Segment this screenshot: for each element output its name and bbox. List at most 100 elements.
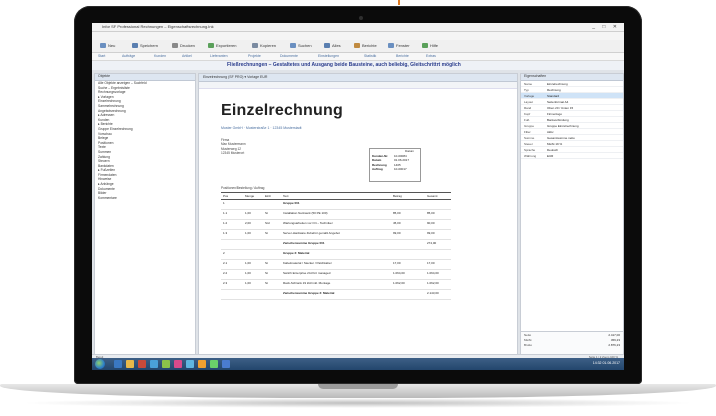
copy-icon [252, 43, 258, 49]
property-key: Layout [524, 99, 534, 104]
table-row[interactable]: 1.1 1,00 St Installation Netzwerk (50 PE 10… [221, 210, 451, 220]
property-key: Summe [524, 135, 535, 140]
property-value: Gesamtsumme netto [547, 135, 575, 140]
column-header: Einh [265, 194, 272, 198]
nav-link[interactable]: Start [98, 54, 105, 58]
new-icon [100, 43, 106, 49]
sender-line: Muster GmbH · Musterstraße 1 · 12345 Mus… [221, 126, 302, 130]
app-icon[interactable] [222, 360, 230, 368]
table-row[interactable]: 2 Gruppe 2: Material [221, 250, 451, 260]
table-row[interactable]: 1.2 2,00 Std Wartungsarbeiten vor Ort – Tec… [221, 220, 451, 230]
toolbar-print-button[interactable]: Drucken [172, 43, 195, 49]
nav-link[interactable]: Kunden [154, 54, 166, 58]
nav-link[interactable]: Berichte [396, 54, 409, 58]
toolbar-label: Speichern [140, 43, 159, 48]
toolbar-help-button[interactable]: Hilfe [422, 43, 438, 49]
table-cell-amt: 45,00 [393, 221, 401, 225]
total-key: Netto [524, 332, 532, 337]
property-value: EUR [547, 153, 554, 158]
table-row[interactable]: 1 Gruppe 001 [221, 200, 451, 210]
table-row[interactable]: 2.3 1,00 St Rack-Schrank 19 Zoll inkl. Mont… [221, 280, 451, 290]
accent-mark [398, 0, 400, 5]
app-icon[interactable] [186, 360, 194, 368]
nav-link[interactable]: Einstellungen [318, 54, 339, 58]
document-tab[interactable]: Einzelrechnung (SF PRO) ▾ Vorlage EUR [203, 75, 267, 79]
table-cell-pos: 2 [223, 251, 225, 255]
toolbar-save-button[interactable]: Speichern [132, 43, 158, 49]
toolbar-label: Berichte [362, 43, 377, 48]
info-value: 10-00017 [394, 167, 407, 171]
info-value: 1405 [394, 162, 401, 167]
properties-panel: Eigenschaften Name Einzelrechnung Typ Rechn… [520, 73, 624, 355]
table-row[interactable]: Zwischensumme Gruppe 2: Material 2.143,00 [221, 290, 451, 300]
table-cell-text: Rack-Schrank 19 Zoll inkl. Montage [283, 281, 331, 285]
table-row[interactable]: 1.3 1,00 St Server-Hardware Zubehör gemäß A… [221, 230, 451, 240]
property-key: Kopf [524, 111, 531, 116]
table-cell-text: Gruppe 001 [283, 201, 300, 205]
total-value: 459,23 [610, 337, 620, 342]
invoice-title: Einzelrechnung [221, 102, 343, 119]
browser-icon[interactable] [114, 360, 122, 368]
toolbar-all-button[interactable]: Alles [324, 43, 341, 49]
recipient-address: Firma Max Mustermann Musterweg 12 12345 … [221, 138, 246, 156]
property-value: Rechnung [547, 87, 561, 92]
property-value: Deutsch [547, 147, 559, 152]
table-cell-amt: 99,00 [393, 231, 401, 235]
column-header: Betrag [393, 194, 402, 198]
table-cell-text: Switch Enterprise 24-Port managed [283, 271, 331, 275]
table-row[interactable]: Zwischensumme Gruppe 001 274,00 [221, 240, 451, 250]
object-tree-panel: Objekte Alle Objekte anzeigen – Suchfeld… [94, 73, 196, 355]
app-icon[interactable] [198, 360, 206, 368]
property-row[interactable]: Währung EUR [521, 153, 623, 159]
positions-table: Pos Menge Einh Text Betrag Gesamt 1 Grupp… [221, 192, 451, 300]
nav-link[interactable]: Statistik [364, 54, 376, 58]
column-header: Gesamt [427, 194, 438, 198]
table-row[interactable]: 2.2 1,00 St Switch Enterprise 24-Port manag… [221, 270, 451, 280]
nav-link[interactable]: Extras [426, 54, 436, 58]
property-key: Gruppe [524, 123, 535, 128]
table-cell-qty: 1,00 [245, 271, 251, 275]
table-cell-pos: 1.2 [223, 221, 228, 225]
table-row[interactable]: 2.1 1,00 St Kabelmaterial / Stecker / Patch… [221, 260, 451, 270]
panel-header: Objekte [95, 74, 195, 81]
table-cell-unit: St [265, 271, 268, 275]
window-icon [388, 43, 394, 49]
nav-link[interactable]: Artikel [182, 54, 192, 58]
print-icon [172, 43, 178, 49]
nav-link[interactable]: Projekte [248, 54, 261, 58]
table-cell-total: 1.064,00 [427, 271, 439, 275]
toolbar-window-button[interactable]: Fenster [388, 43, 410, 49]
toolbar-new-button[interactable]: Neu [100, 43, 115, 49]
taskbar-clock: 14:32 01.06.2017 [592, 361, 620, 365]
start-button-icon[interactable] [95, 359, 105, 369]
table-header: Pos Menge Einh Text Betrag Gesamt [221, 192, 451, 200]
table-cell-text: Server-Hardware Zubehör gemäß Angebot [283, 231, 340, 235]
folder-icon[interactable] [126, 360, 134, 368]
app-icon[interactable] [162, 360, 170, 368]
save-icon [132, 43, 138, 49]
window-controls[interactable]: _ □ ✕ [592, 24, 620, 30]
app-icon[interactable] [150, 360, 158, 368]
nav-link[interactable]: Dokumente [280, 54, 298, 58]
document-tabbar: Einzelrechnung (SF PRO) ▾ Vorlage EUR [199, 74, 517, 82]
nav-link[interactable]: Aufträge [122, 54, 135, 58]
heading-banner: Fließrechnungen – Gestaltetes und Ausgan… [92, 61, 624, 70]
info-value: 01.06.2017 [394, 158, 410, 162]
totals-summary: Netto 2.417,00 MwSt 459,23 Brutto 2.876,23 [521, 331, 623, 354]
search-icon [290, 43, 296, 49]
table-cell-unit: St [265, 211, 268, 215]
toolbar: Neu Speichern Drucken Exportieren Kopier… [92, 40, 624, 53]
banner-text: Fließrechnungen – Gestaltetes und Ausgan… [227, 62, 461, 68]
table-cell-total: 1.062,00 [427, 281, 439, 285]
app-icon[interactable] [210, 360, 218, 368]
toolbar-export-button[interactable]: Exportieren [208, 43, 236, 49]
media-icon[interactable] [138, 360, 146, 368]
toolbar-reports-button[interactable]: Berichte [354, 43, 377, 49]
table-cell-qty: 2,00 [245, 221, 251, 225]
app-icon[interactable] [174, 360, 182, 368]
toolbar-search-button[interactable]: Suchen [290, 43, 312, 49]
nav-link[interactable]: Lieferanten [210, 54, 228, 58]
toolbar-copy-button[interactable]: Kopieren [252, 43, 276, 49]
laptop-notch [318, 384, 398, 389]
tree-item[interactable]: Kommentare [95, 196, 195, 201]
